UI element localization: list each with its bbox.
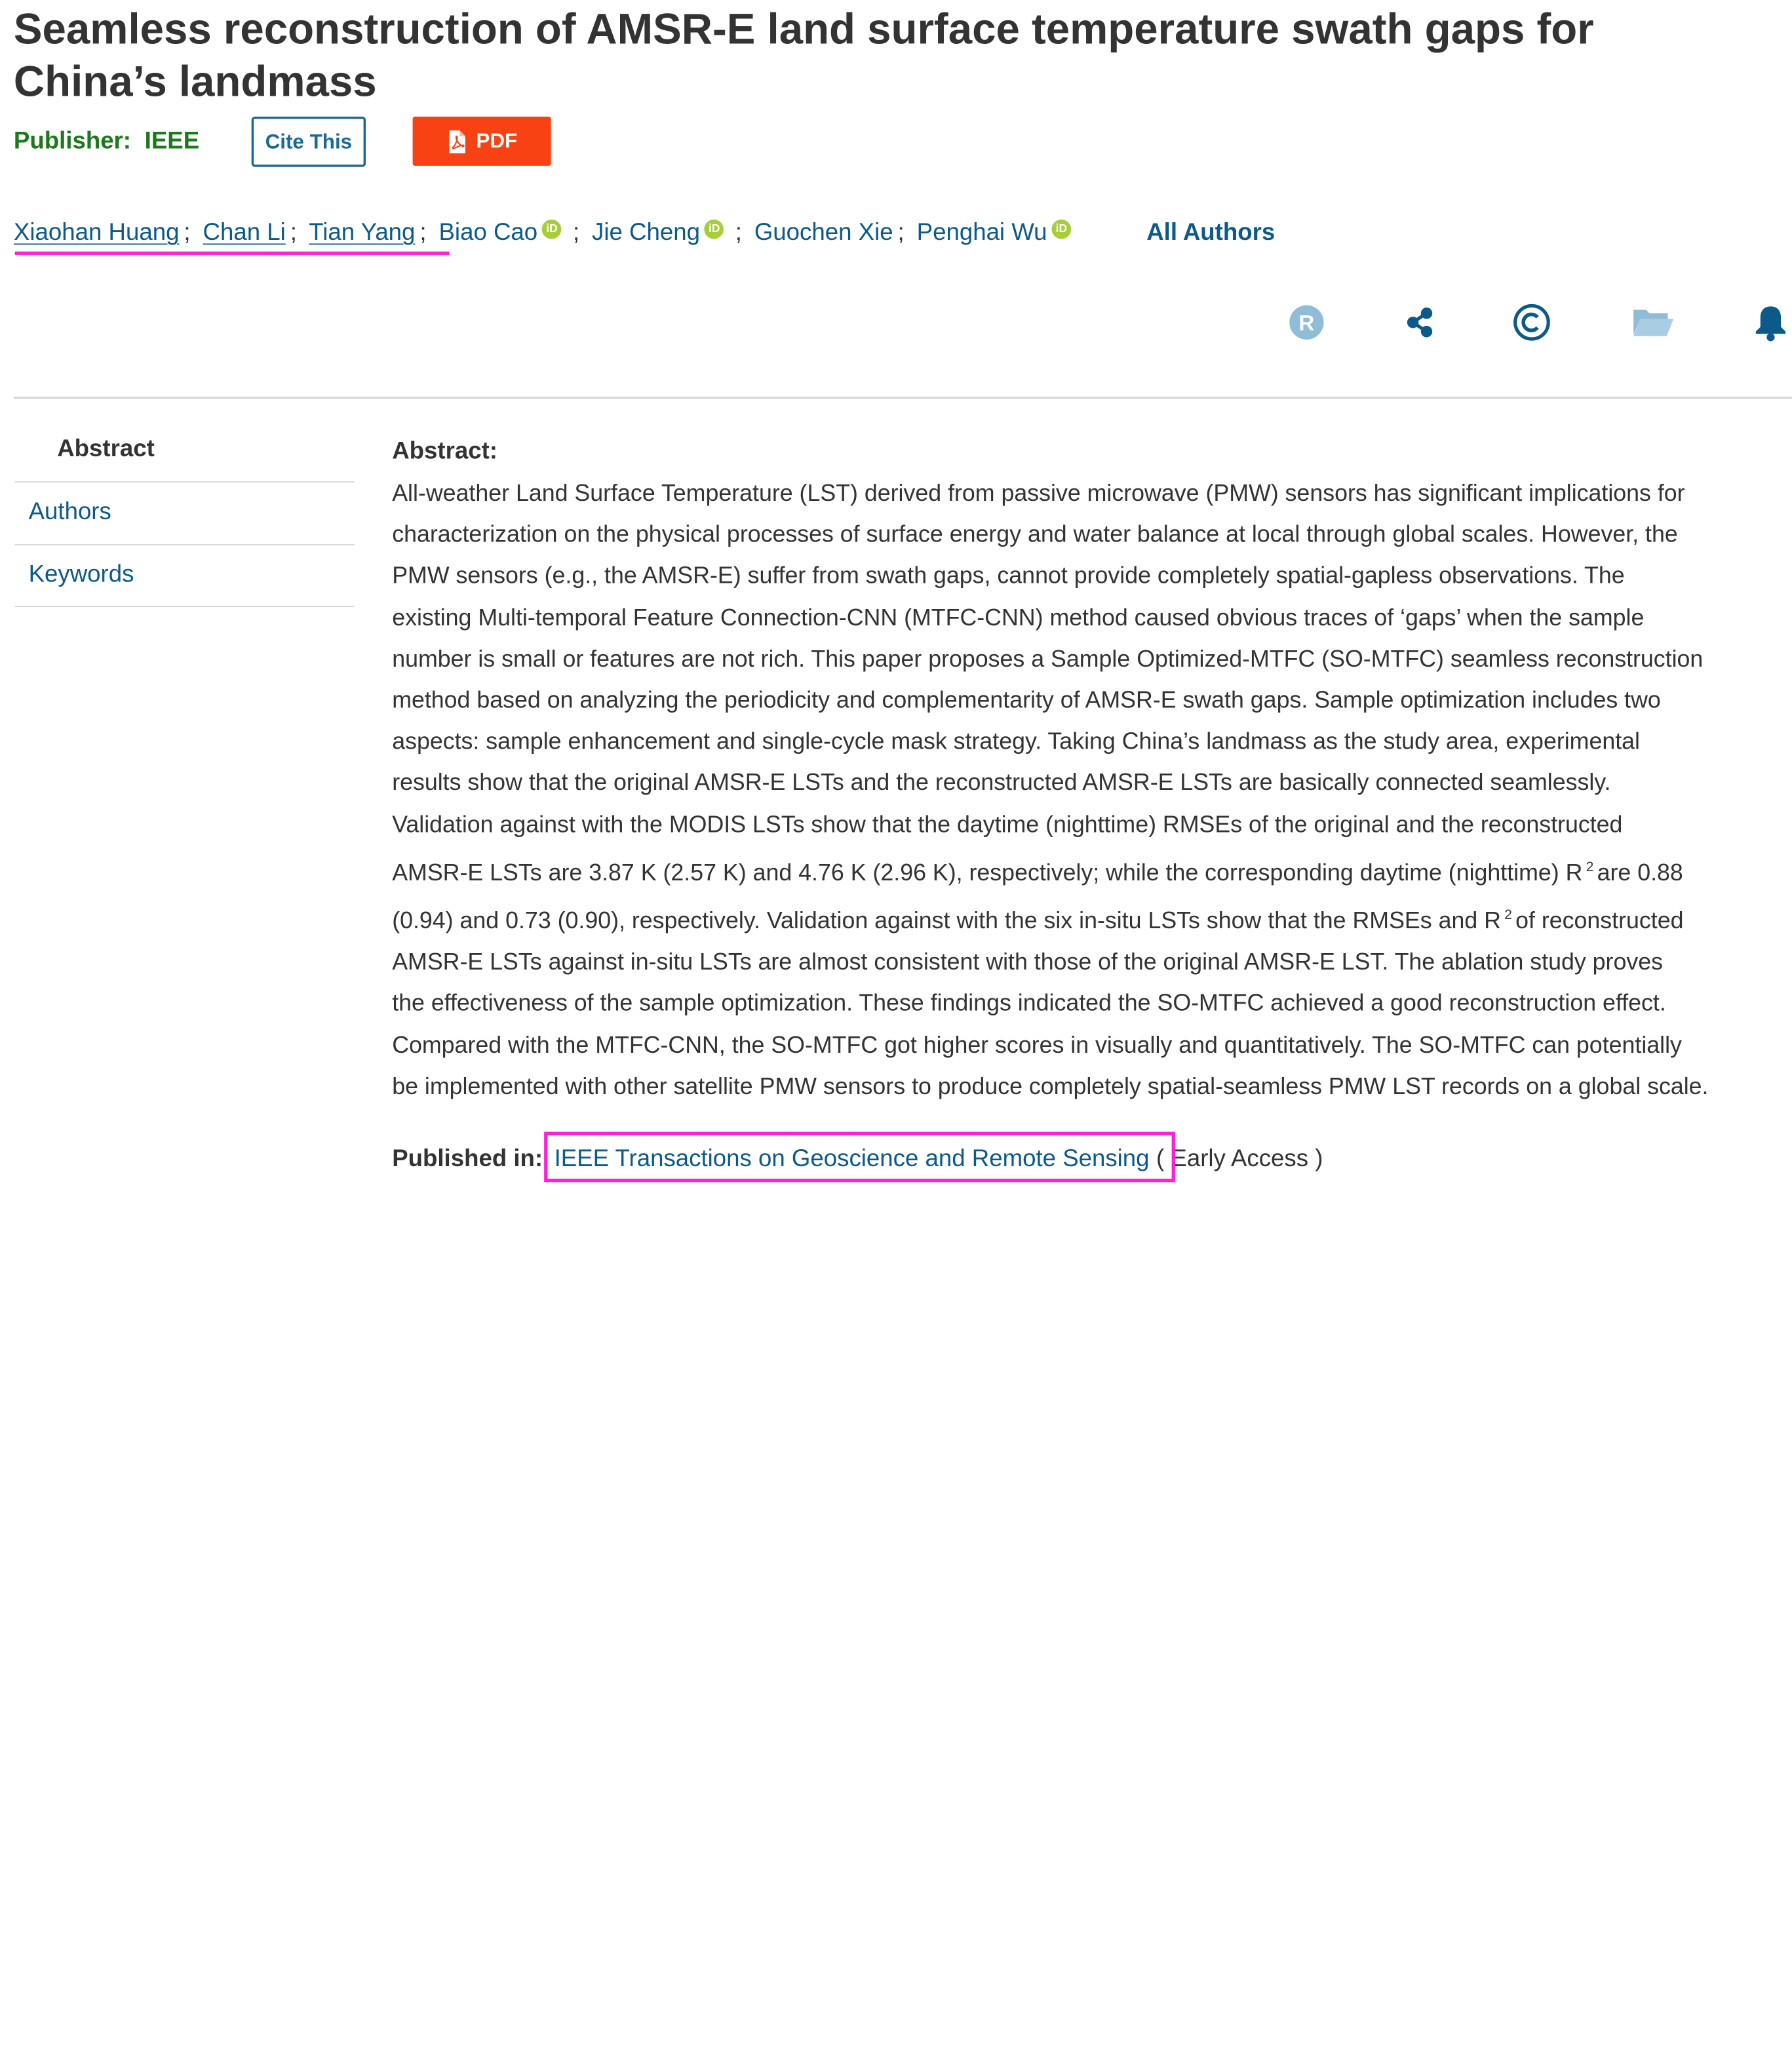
sidebar-item-keywords[interactable]: Keywords [29, 561, 134, 589]
pdf-button[interactable]: PDF [412, 116, 551, 166]
author-link[interactable]: Tian Yang [309, 220, 415, 246]
abstract-line-text: of reconstructed [1515, 907, 1684, 934]
highlight-box [544, 1131, 1175, 1183]
author-link[interactable]: Chan Li [203, 220, 286, 246]
all-authors-link[interactable]: All Authors [1146, 215, 1275, 252]
abstract-line: (0.94) and 0.73 (0.90), respectively. Va… [392, 894, 1789, 943]
abstract-line: the effectiveness of the sample optimiza… [392, 991, 1666, 1017]
abstract-line-text: AMSR-E LSTs are 3.87 K (2.57 K) and 4.76… [392, 859, 1583, 886]
author-link[interactable]: Biao Cao [439, 220, 538, 246]
abstract-line: be implemented with other satellite PMW … [392, 1073, 1709, 1100]
superscript: 2 [1586, 858, 1594, 874]
sidebar-divider [14, 544, 355, 545]
abstract-line-text: are 0.88 [1597, 859, 1683, 886]
publisher-value[interactable]: IEEE [145, 128, 199, 154]
abstract-line: existing Multi-temporal Feature Connecti… [392, 604, 1645, 631]
highlight-underline [14, 251, 450, 255]
sidebar-divider [14, 481, 355, 482]
svg-text:R: R [1298, 311, 1314, 336]
copyright-icon[interactable] [1509, 300, 1555, 345]
pdf-icon [448, 129, 465, 153]
publisher: Publisher: IEEE [14, 128, 199, 155]
author-link[interactable]: Penghai Wu [917, 220, 1047, 246]
folder-icon[interactable] [1630, 300, 1676, 345]
abstract-line: PMW sensors (e.g., the AMSR-E) suffer fr… [392, 562, 1625, 589]
author-link[interactable]: Guochen Xie [754, 220, 893, 246]
abstract-line: Validation against with the MODIS LSTs s… [392, 811, 1623, 838]
published-in-label: Published in: [392, 1145, 543, 1172]
abstract-line: All-weather Land Surface Temperature (LS… [392, 480, 1685, 507]
sidebar-divider [14, 606, 355, 608]
share-icon[interactable] [1397, 300, 1443, 345]
abstract-line: Compared with the MTFC-CNN, the SO-MTFC … [392, 1032, 1682, 1059]
sidebar-item-authors[interactable]: Authors [29, 498, 111, 526]
abstract-line: aspects: sample enhancement and single-c… [392, 728, 1640, 755]
abstract-line: AMSR-E LSTs are 3.87 K (2.57 K) and 4.76… [392, 846, 1789, 894]
orcid-icon[interactable]: iD [542, 219, 562, 239]
header-divider [13, 397, 1792, 399]
rights-icon[interactable]: R [1284, 300, 1330, 345]
sidebar-heading-abstract[interactable]: Abstract [57, 435, 155, 463]
abstract-line: results show that the original AMSR-E LS… [392, 770, 1611, 796]
author-list: Xiaohan Huang; Chan Li; Tian Yang; Biao … [14, 215, 1072, 252]
author-link[interactable]: Xiaohan Huang [14, 220, 180, 246]
orcid-icon[interactable]: iD [1051, 219, 1072, 239]
abstract-line: number is small or features are not rich… [392, 646, 1704, 673]
author-link[interactable]: Jie Cheng [592, 220, 700, 246]
early-access-note: ( Early Access ) [1156, 1145, 1323, 1172]
abstract-line: characterization on the physical process… [392, 521, 1678, 548]
abstract-line-text: (0.94) and 0.73 (0.90), respectively. Va… [392, 907, 1501, 934]
orcid-icon[interactable]: iD [704, 219, 724, 239]
abstract-label: Abstract: [392, 437, 497, 465]
pdf-label: PDF [476, 129, 518, 152]
abstract-line: AMSR-E LSTs against in-situ LSTs are alm… [392, 949, 1664, 976]
bell-icon[interactable] [1748, 300, 1792, 345]
publisher-label: Publisher: [13, 128, 132, 155]
cite-this-button[interactable]: Cite This [251, 116, 366, 167]
abstract-line: method based on analyzing the periodicit… [392, 687, 1661, 714]
superscript: 2 [1504, 907, 1512, 923]
paper-title: Seamless reconstruction of AMSR-E land s… [13, 4, 1594, 106]
abstract-text: All-weather Land Surface Temperature (LS… [392, 473, 1789, 1108]
